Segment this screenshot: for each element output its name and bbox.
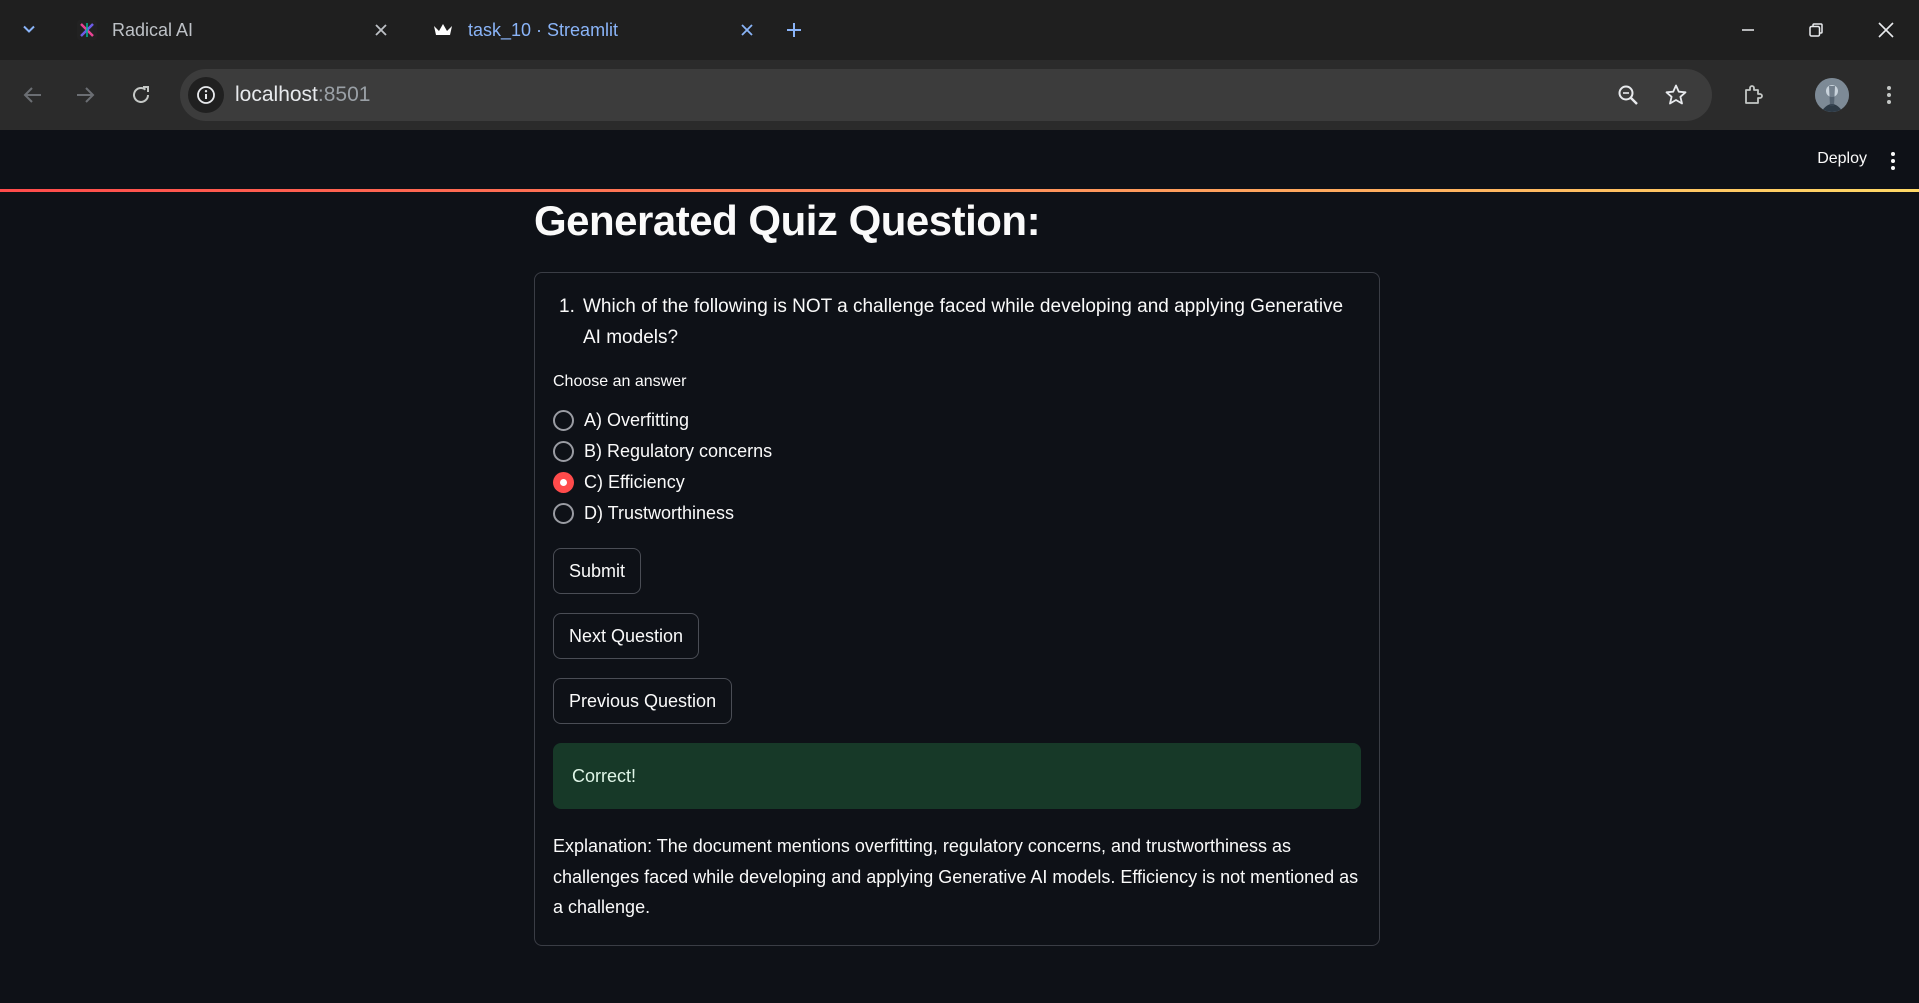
radio-button[interactable]	[553, 503, 574, 524]
streamlit-crown-icon	[432, 19, 454, 41]
reload-icon	[133, 86, 149, 103]
back-button[interactable]	[16, 78, 50, 112]
next-wrapper: Next Question	[553, 613, 1361, 659]
option-label: A) Overfitting	[584, 410, 690, 430]
option-label: C) Efficiency	[584, 472, 685, 492]
explanation-text: Explanation: The document mentions overf…	[553, 836, 1359, 917]
site-info-icon[interactable]	[188, 77, 224, 113]
page-title: Generated Quiz Question:	[534, 197, 1041, 244]
question: 1. Which of the following is NOT a chall…	[553, 291, 1361, 353]
minimize-button[interactable]	[1728, 14, 1768, 46]
tab-streamlit[interactable]: task_10 · Streamlit	[418, 8, 768, 52]
submit-button[interactable]: Submit	[553, 548, 642, 594]
forward-button[interactable]	[68, 78, 102, 112]
quiz-card: 1. Which of the following is NOT a chall…	[534, 272, 1380, 946]
arrow-left-icon	[23, 87, 41, 103]
question-number: 1.	[559, 296, 575, 317]
close-icon	[1878, 22, 1894, 38]
profile-avatar[interactable]	[1815, 78, 1849, 112]
next-question-button[interactable]: Next Question	[553, 613, 700, 659]
more-vertical-icon	[1887, 86, 1891, 104]
radio-button[interactable]	[553, 441, 574, 462]
radical-ai-logo-icon	[76, 19, 98, 41]
tab-search-button[interactable]	[12, 14, 46, 44]
answer-option-c[interactable]: C) Efficiency	[553, 467, 1361, 498]
answer-option-d[interactable]: D) Trustworthiness	[553, 498, 1361, 529]
bookmark-star-icon[interactable]	[1662, 81, 1690, 109]
radio-button[interactable]	[553, 410, 574, 431]
option-label: B) Regulatory concerns	[584, 441, 773, 461]
answer-radio-group: A) Overfitting B) Regulatory concerns C)…	[553, 405, 1361, 529]
puzzle-icon	[1745, 85, 1763, 104]
browser-menu-button[interactable]	[1872, 78, 1906, 112]
avatar-icon	[1815, 78, 1849, 112]
answer-option-a[interactable]: A) Overfitting	[553, 405, 1361, 436]
submit-wrapper: Submit	[553, 548, 1361, 594]
arrow-right-icon	[77, 87, 95, 103]
close-window-button[interactable]	[1866, 14, 1906, 46]
app-header: Deploy	[0, 132, 1919, 188]
previous-question-button[interactable]: Previous Question	[553, 678, 733, 724]
browser-tab-strip: Radical AI task_10 · Streamlit	[0, 0, 1919, 60]
close-icon[interactable]	[736, 19, 758, 41]
restore-icon	[1809, 23, 1823, 37]
close-icon[interactable]	[370, 19, 392, 41]
chevron-down-icon	[23, 25, 35, 33]
extensions-button[interactable]	[1736, 78, 1770, 112]
success-alert: Correct!	[553, 743, 1361, 809]
previous-wrapper: Previous Question	[553, 678, 1361, 724]
tab-title: task_10 · Streamlit	[468, 19, 619, 40]
more-vertical-icon	[1891, 152, 1895, 170]
browser-toolbar: localhost:8501	[0, 60, 1919, 192]
plus-icon	[787, 23, 801, 37]
tab-radical-ai[interactable]: Radical AI	[62, 8, 402, 52]
radio-button-selected[interactable]	[553, 472, 574, 493]
new-tab-button[interactable]	[780, 16, 808, 44]
answer-option-b[interactable]: B) Regulatory concerns	[553, 436, 1361, 467]
reload-button[interactable]	[124, 78, 158, 112]
deploy-button[interactable]: Deploy	[1817, 150, 1867, 168]
address-bar[interactable]: localhost:8501	[180, 69, 1712, 121]
tab-title: Radical AI	[112, 19, 194, 40]
radio-group-label: Choose an answer	[553, 373, 687, 390]
app-menu-button[interactable]	[1885, 150, 1901, 172]
option-label: D) Trustworthiness	[584, 503, 735, 523]
question-text: Which of the following is NOT a challeng…	[583, 296, 1344, 348]
main-content: Generated Quiz Question: 1. Which of the…	[534, 190, 1380, 946]
restore-button[interactable]	[1796, 14, 1836, 46]
url-text[interactable]: localhost:8501	[235, 83, 370, 107]
zoom-icon[interactable]	[1614, 81, 1642, 109]
minimize-icon	[1742, 29, 1754, 31]
